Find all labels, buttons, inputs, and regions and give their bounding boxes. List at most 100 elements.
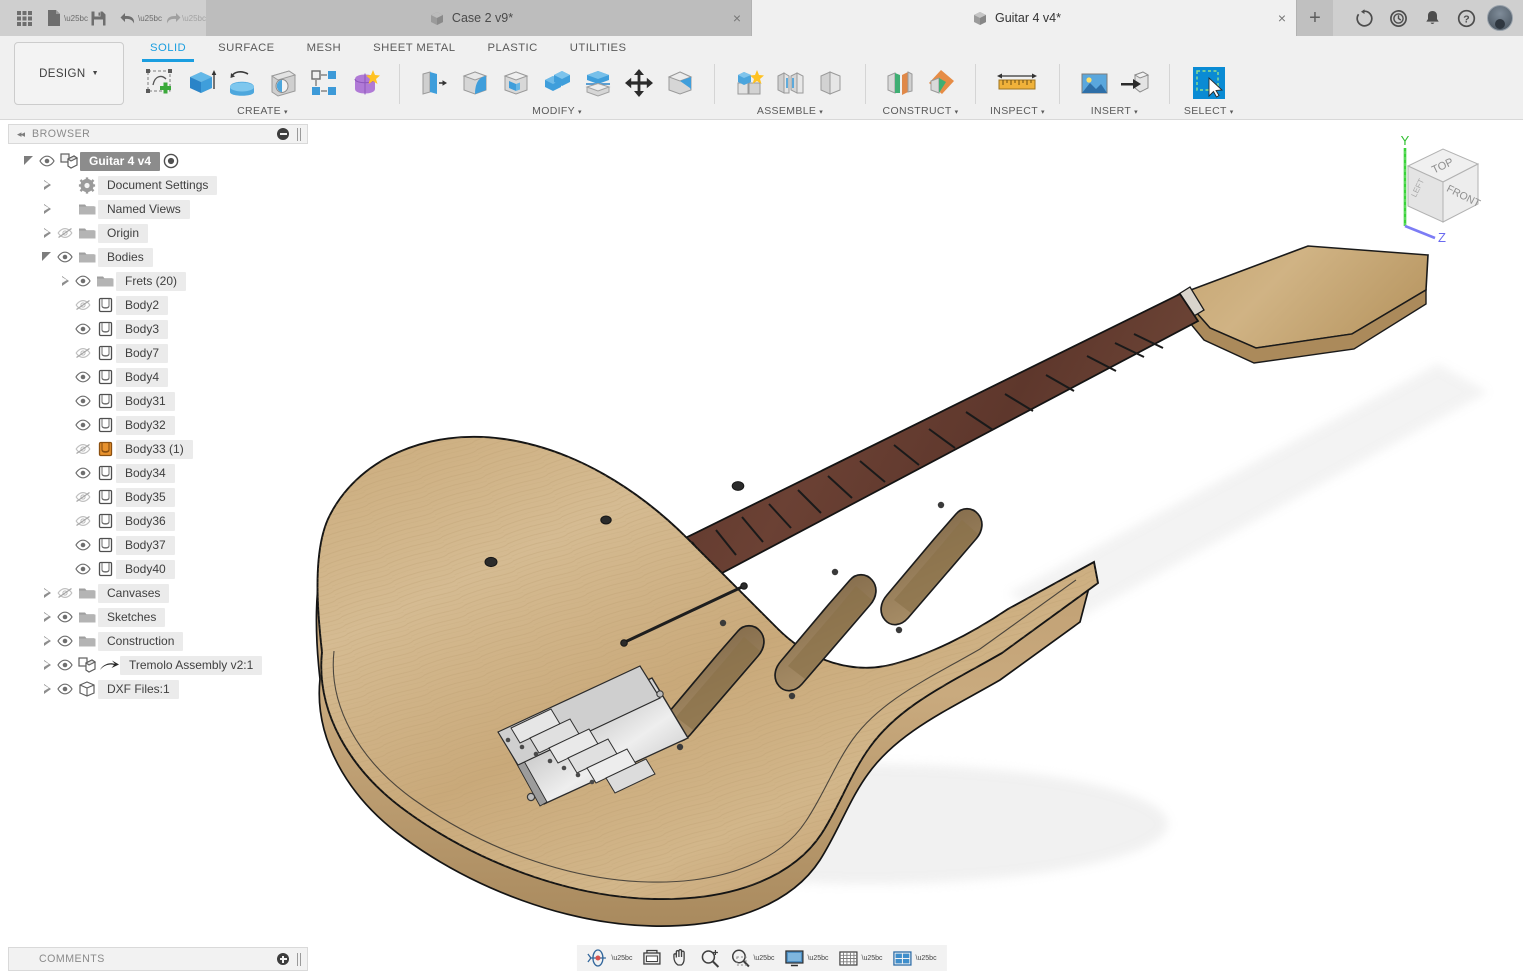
close-tab-icon[interactable]: × <box>733 11 741 25</box>
app-grid-icon[interactable] <box>10 4 38 32</box>
form-icon[interactable] <box>345 62 385 104</box>
measure-icon[interactable] <box>991 62 1043 104</box>
tree-item-bodies[interactable]: Bodies <box>8 245 308 269</box>
user-avatar[interactable] <box>1485 3 1515 33</box>
view-cube[interactable]: Y Z TOP FRONT LEFT <box>1383 133 1493 245</box>
visibility-eye-off-icon[interactable] <box>72 443 94 455</box>
tree-item-document-settings[interactable]: Document Settings <box>8 173 308 197</box>
canvas-viewport[interactable]: Y Z TOP FRONT LEFT <box>308 124 1523 941</box>
as-built-joint-icon[interactable] <box>811 62 851 104</box>
visibility-eye-icon[interactable] <box>54 251 76 263</box>
add-comment-icon[interactable] <box>277 953 289 965</box>
chevron-right-icon[interactable] <box>40 221 54 245</box>
recent-icon[interactable] <box>1383 3 1413 33</box>
orbit-icon[interactable]: \u25bc <box>582 946 636 970</box>
document-tab-case2[interactable]: Case 2 v9* × <box>206 0 752 36</box>
tree-item-body34[interactable]: Body34 <box>8 461 308 485</box>
group-label-inspect[interactable]: INSPECT ▾ <box>990 105 1045 117</box>
panel-resize-grip[interactable] <box>295 952 303 966</box>
tree-item-body3[interactable]: Body3 <box>8 317 308 341</box>
chevron-down-icon[interactable]: \u25bc <box>916 955 937 962</box>
save-icon[interactable] <box>84 4 112 32</box>
close-tab-icon[interactable]: × <box>1278 11 1286 25</box>
visibility-eye-icon[interactable] <box>72 419 94 431</box>
extrude-icon[interactable] <box>181 62 221 104</box>
group-label-construct[interactable]: CONSTRUCT ▾ <box>883 105 959 117</box>
tab-mesh[interactable]: MESH <box>291 38 357 57</box>
tree-item-sketches[interactable]: Sketches <box>8 605 308 629</box>
tree-root-guitar-4[interactable]: Guitar 4 v4 <box>8 149 308 173</box>
help-icon[interactable]: ? <box>1451 3 1481 33</box>
panel-resize-grip[interactable] <box>295 127 303 141</box>
tree-item-body2[interactable]: Body2 <box>8 293 308 317</box>
select-window-icon[interactable] <box>1189 62 1229 104</box>
tree-item-body40[interactable]: Body40 <box>8 557 308 581</box>
tree-item-canvases[interactable]: Canvases <box>8 581 308 605</box>
new-tab-button[interactable]: + <box>1297 0 1333 36</box>
press-pull-icon[interactable] <box>414 62 454 104</box>
chevron-right-icon[interactable] <box>40 605 54 629</box>
activate-radio-icon[interactable] <box>160 153 182 169</box>
chevron-right-icon[interactable] <box>40 653 54 677</box>
chevron-down-icon[interactable]: \u25bc <box>807 955 828 962</box>
tab-plastic[interactable]: PLASTIC <box>472 38 554 57</box>
viewports-icon[interactable]: \u25bc <box>888 946 941 970</box>
visibility-eye-off-icon[interactable] <box>54 587 76 599</box>
fit-icon[interactable] <box>637 946 665 970</box>
zoom-icon[interactable] <box>695 946 724 970</box>
tree-item-origin[interactable]: Origin <box>8 221 308 245</box>
visibility-eye-off-icon[interactable] <box>72 491 94 503</box>
chevron-down-icon[interactable]: \u25bc <box>862 955 883 962</box>
tree-item-body35[interactable]: Body35 <box>8 485 308 509</box>
tree-item-construction[interactable]: Construction <box>8 629 308 653</box>
group-label-modify[interactable]: MODIFY ▾ <box>532 105 582 117</box>
visibility-eye-icon[interactable] <box>54 683 76 695</box>
joint-icon[interactable] <box>770 62 810 104</box>
tree-item-body37[interactable]: Body37 <box>8 533 308 557</box>
combine-icon[interactable] <box>537 62 577 104</box>
collapse-panel-icon[interactable]: ◂◂ <box>17 129 25 140</box>
chamfer-icon[interactable] <box>660 62 700 104</box>
chevron-down-icon[interactable] <box>40 245 54 269</box>
chevron-right-icon[interactable] <box>40 173 54 197</box>
visibility-eye-icon[interactable] <box>72 275 94 287</box>
shell-icon[interactable] <box>496 62 536 104</box>
visibility-eye-icon[interactable] <box>36 155 58 167</box>
collapse-all-icon[interactable] <box>277 128 289 140</box>
tab-sheet-metal[interactable]: SHEET METAL <box>357 38 471 57</box>
undo-caret-icon[interactable]: \u25bc <box>138 4 162 32</box>
group-label-select[interactable]: SELECT ▾ <box>1184 105 1234 117</box>
notifications-bell-icon[interactable] <box>1417 3 1447 33</box>
chevron-right-icon[interactable] <box>40 629 54 653</box>
visibility-eye-icon[interactable] <box>72 323 94 335</box>
tab-utilities[interactable]: UTILITIES <box>554 38 643 57</box>
pattern-icon[interactable] <box>304 62 344 104</box>
chevron-down-icon[interactable]: \u25bc <box>611 955 632 962</box>
move-copy-icon[interactable] <box>619 62 659 104</box>
visibility-eye-icon[interactable] <box>72 563 94 575</box>
tree-item-frets-20[interactable]: Frets (20) <box>8 269 308 293</box>
guitar-neck[interactable] <box>662 245 1429 602</box>
visibility-eye-off-icon[interactable] <box>54 227 76 239</box>
chevron-right-icon[interactable] <box>40 197 54 221</box>
tree-item-body31[interactable]: Body31 <box>8 389 308 413</box>
comments-panel[interactable]: COMMENTS <box>8 947 308 971</box>
visibility-eye-off-icon[interactable] <box>72 347 94 359</box>
pan-icon[interactable] <box>666 946 694 970</box>
insert-mcmaster-icon[interactable] <box>1115 62 1155 104</box>
tree-item-body32[interactable]: Body32 <box>8 413 308 437</box>
visibility-eye-icon[interactable] <box>54 611 76 623</box>
group-label-insert[interactable]: INSERT ▾ <box>1091 105 1138 117</box>
visibility-eye-off-icon[interactable] <box>72 299 94 311</box>
group-label-assemble[interactable]: ASSEMBLE ▾ <box>757 105 823 117</box>
tab-solid[interactable]: SOLID <box>134 38 202 62</box>
group-label-create[interactable]: CREATE ▾ <box>237 105 288 117</box>
zoom-window-icon[interactable]: \u25bc <box>725 946 778 970</box>
chevron-right-icon[interactable] <box>58 269 72 293</box>
visibility-eye-icon[interactable] <box>72 467 94 479</box>
visibility-eye-icon[interactable] <box>54 635 76 647</box>
tree-item-body33-1[interactable]: Body33 (1) <box>8 437 308 461</box>
visibility-eye-icon[interactable] <box>72 395 94 407</box>
tree-item-tremolo-assembly-v2-1[interactable]: Tremolo Assembly v2:1 <box>8 653 308 677</box>
tree-item-dxf-files-1[interactable]: DXF Files:1 <box>8 677 308 701</box>
